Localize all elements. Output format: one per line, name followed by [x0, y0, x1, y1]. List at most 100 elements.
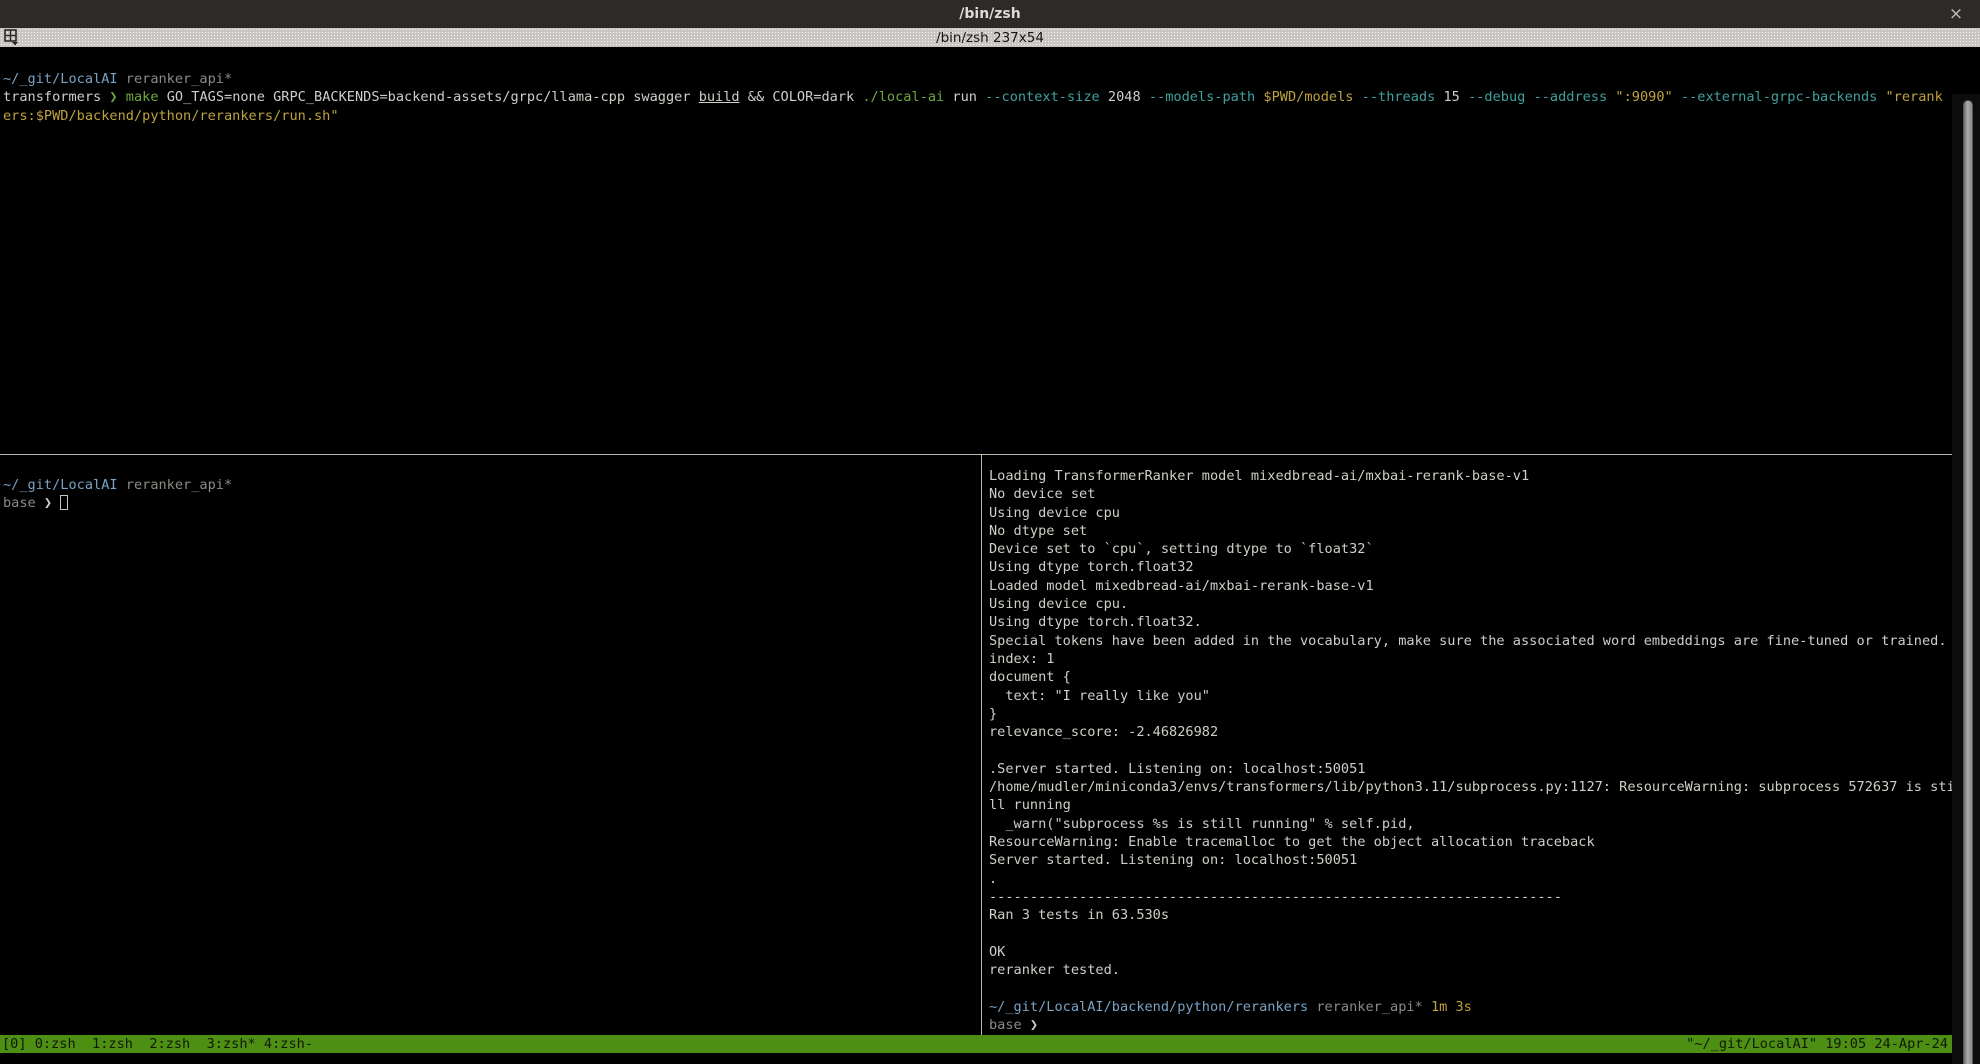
text-segment: ----------------------------------------…: [989, 889, 1562, 905]
text-segment: --threads: [1362, 89, 1436, 105]
terminal-line: Loading TransformerRanker model mixedbre…: [989, 467, 1952, 485]
text-segment: ❯: [109, 89, 125, 105]
text-segment: "rerank: [1886, 89, 1943, 105]
text-segment: }: [989, 706, 997, 722]
pane-border-vertical[interactable]: [981, 455, 982, 1035]
text-segment: .: [989, 871, 997, 887]
text-segment: base: [3, 495, 44, 511]
window-title: /bin/zsh: [959, 6, 1020, 22]
terminal-line: ----------------------------------------…: [989, 888, 1952, 906]
text-segment: OK: [989, 944, 1005, 960]
terminal-line: ResourceWarning: Enable tracemalloc to g…: [989, 833, 1952, 851]
tmux-status-bar: [0] 0:zsh 1:zsh 2:zsh 3:zsh* 4:zsh- "~/_…: [0, 1035, 1952, 1053]
text-segment: ❯: [44, 495, 60, 511]
text-segment: _warn("subprocess %s is still running" %…: [989, 816, 1415, 832]
text-segment: No dtype set: [989, 523, 1087, 539]
terminal-line: ll running: [989, 796, 1952, 814]
text-segment: Device set to `cpu`, setting dtype to `f…: [989, 541, 1374, 557]
text-segment: --context-size: [985, 89, 1100, 105]
text-segment: --debug: [1468, 89, 1525, 105]
terminal-line: [989, 741, 1952, 759]
text-segment: ~/_git/LocalAI: [3, 477, 118, 493]
terminal-line: [989, 979, 1952, 997]
terminal-line: ~/_git/LocalAI reranker_api*: [3, 70, 1953, 88]
text-segment: --address: [1534, 89, 1608, 105]
text-segment: relevance_score: -2.46826982: [989, 724, 1218, 740]
text-segment: reranker_api*: [1308, 999, 1423, 1015]
tmux-window-list[interactable]: [0] 0:zsh 1:zsh 2:zsh 3:zsh* 4:zsh-: [0, 1035, 313, 1053]
text-segment: 1m 3s: [1423, 999, 1472, 1015]
text-segment: ~/_git/LocalAI: [3, 71, 118, 87]
tab-bar: /bin/zsh 237x54: [0, 28, 1980, 47]
text-segment: ers:$PWD/backend/python/rerankers/run.sh…: [3, 108, 339, 124]
terminal-line: ers:$PWD/backend/python/rerankers/run.sh…: [3, 107, 1953, 125]
text-segment: ll running: [989, 797, 1071, 813]
text-segment: $PWD/models: [1263, 89, 1353, 105]
terminal-line: .Server started. Listening on: localhost…: [989, 760, 1952, 778]
text-segment: .Server started. Listening on: localhost…: [989, 761, 1365, 777]
terminal-line: OK: [989, 943, 1952, 961]
text-segment: base: [989, 1017, 1030, 1033]
text-segment: Using dtype torch.float32.: [989, 614, 1202, 630]
terminal-line: Special tokens have been added in the vo…: [989, 632, 1952, 650]
text-segment: [1877, 89, 1885, 105]
pane-border-horizontal[interactable]: [0, 454, 1952, 455]
terminal-line: Ran 3 tests in 63.530s: [989, 906, 1952, 924]
tmux-pane-top[interactable]: ~/_git/LocalAI reranker_api*transformers…: [3, 70, 1953, 470]
tab-list-icon[interactable]: [4, 29, 22, 46]
text-segment: Server started. Listening on: localhost:…: [989, 852, 1357, 868]
text-segment: Using device cpu.: [989, 596, 1128, 612]
terminal-window: /bin/zsh × /bin/zsh 237x54 ~/_git/LocalA…: [0, 0, 1980, 1064]
text-cursor: [60, 495, 68, 510]
terminal-line: relevance_score: -2.46826982: [989, 723, 1952, 741]
text-segment: Special tokens have been added in the vo…: [989, 633, 1947, 649]
terminal-line: text: "I really like you": [989, 687, 1952, 705]
text-segment: GO_TAGS=none GRPC_BACKENDS=backend-asset…: [159, 89, 699, 105]
text-segment: ~/_git/LocalAI/backend/python/rerankers: [989, 999, 1308, 1015]
text-segment: [1353, 89, 1361, 105]
terminal-line: No dtype set: [989, 522, 1952, 540]
terminal-line: index: 1: [989, 650, 1952, 668]
text-segment: text: "I really like you": [989, 688, 1210, 704]
terminal-line: [989, 924, 1952, 942]
text-segment: document {: [989, 669, 1071, 685]
text-segment: Loading TransformerRanker model mixedbre…: [989, 468, 1529, 484]
text-segment: && COLOR=dark: [740, 89, 863, 105]
text-segment: run: [944, 89, 985, 105]
scrollbar-thumb[interactable]: [1963, 100, 1973, 1064]
terminal-content: ~/_git/LocalAI reranker_api*transformers…: [0, 47, 1980, 1064]
terminal-line: No device set: [989, 485, 1952, 503]
text-segment: --external-grpc-backends: [1681, 89, 1877, 105]
text-segment: 15: [1435, 89, 1468, 105]
text-segment: /home/mudler/miniconda3/envs/transformer…: [989, 779, 1952, 795]
terminal-line: _warn("subprocess %s is still running" %…: [989, 815, 1952, 833]
terminal-line: document {: [989, 668, 1952, 686]
close-button[interactable]: ×: [1944, 3, 1968, 25]
terminal-line: base ❯: [3, 494, 978, 512]
terminal-line: transformers ❯ make GO_TAGS=none GRPC_BA…: [3, 88, 1953, 106]
text-segment: Loaded model mixedbread-ai/mxbai-rerank-…: [989, 578, 1374, 594]
terminal-line: base ❯: [989, 1016, 1952, 1034]
text-segment: ❯: [1030, 1017, 1038, 1033]
terminal-line: Using dtype torch.float32.: [989, 613, 1952, 631]
text-segment: ResourceWarning: Enable tracemalloc to g…: [989, 834, 1595, 850]
terminal-line: ~/_git/LocalAI reranker_api*: [3, 476, 978, 494]
text-segment: reranker tested.: [989, 962, 1120, 978]
text-segment: ":9090": [1615, 89, 1672, 105]
text-segment: reranker_api*: [118, 71, 233, 87]
text-segment: reranker_api*: [118, 477, 233, 493]
terminal-scrollbar[interactable]: [1952, 94, 1980, 1064]
terminal-line: .: [989, 870, 1952, 888]
window-titlebar: /bin/zsh ×: [0, 0, 1980, 28]
text-segment: [1525, 89, 1533, 105]
text-segment: build: [699, 89, 740, 105]
tab-title[interactable]: /bin/zsh 237x54: [936, 30, 1044, 46]
terminal-line: Using dtype torch.float32: [989, 558, 1952, 576]
text-segment: 2048: [1100, 89, 1149, 105]
terminal-line: Using device cpu: [989, 504, 1952, 522]
text-segment: Ran 3 tests in 63.530s: [989, 907, 1169, 923]
text-segment: Using dtype torch.float32: [989, 559, 1194, 575]
tmux-pane-bottom-right[interactable]: Loading TransformerRanker model mixedbre…: [989, 467, 1952, 1037]
tmux-status-right: "~/_git/LocalAI" 19:05 24-Apr-24: [1686, 1035, 1952, 1053]
tmux-pane-bottom-left[interactable]: ~/_git/LocalAI reranker_api*base ❯: [3, 476, 978, 1036]
